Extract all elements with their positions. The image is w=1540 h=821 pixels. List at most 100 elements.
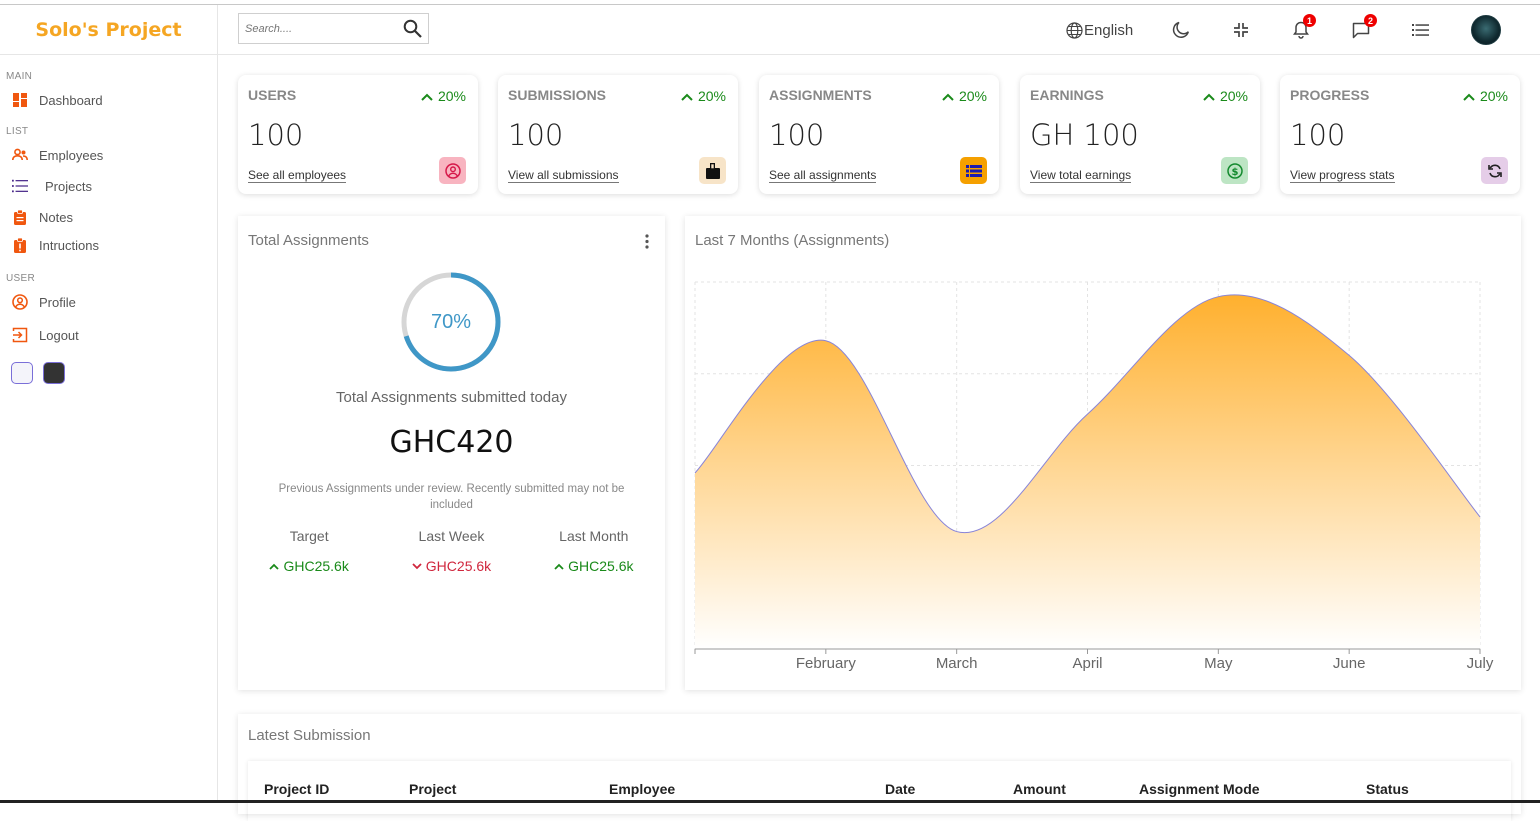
percent-value: 20% xyxy=(1219,88,1248,104)
card-link[interactable]: See all assignments xyxy=(769,168,877,183)
x-tick-label: May xyxy=(1204,655,1233,672)
menu-list-button[interactable] xyxy=(1412,5,1429,55)
table-header-date[interactable]: Date xyxy=(885,781,915,797)
card-icon-box xyxy=(960,157,987,184)
table-header-employee[interactable]: Employee xyxy=(609,781,675,797)
sidebar-item-notes[interactable]: Notes xyxy=(12,204,217,230)
percent-value: 20% xyxy=(437,88,466,104)
light-theme-swatch[interactable] xyxy=(11,362,33,384)
more-vert-icon[interactable] xyxy=(645,234,649,254)
progress-ring-label: 70% xyxy=(430,310,472,333)
chevron-up-icon xyxy=(1203,88,1215,104)
sidebar-item-instructions[interactable]: Intructions xyxy=(12,232,217,258)
sidebar-item-label: Logout xyxy=(39,327,79,343)
sidebar-item-employees[interactable]: Employees xyxy=(12,142,217,168)
dark-theme-swatch[interactable] xyxy=(43,362,65,384)
table-header-status[interactable]: Status xyxy=(1366,781,1409,797)
users-card: USERS 20% 100 See all employees xyxy=(238,75,478,194)
alert-clipboard-icon xyxy=(12,237,28,253)
list-icon xyxy=(12,178,28,194)
stat-label-last-month: Last Month xyxy=(559,528,629,544)
card-percentage: 20% xyxy=(1203,88,1248,104)
card-title: USERS xyxy=(248,87,297,103)
chevron-up-icon xyxy=(1463,88,1475,104)
card-percentage: 20% xyxy=(421,88,466,104)
sidebar-item-profile[interactable]: Profile xyxy=(12,289,217,315)
chevron-down-icon xyxy=(412,562,422,570)
card-icon-box xyxy=(699,157,726,184)
messages-badge: 2 xyxy=(1364,14,1377,27)
search-box xyxy=(238,13,429,44)
svg-text:$: $ xyxy=(1231,167,1238,178)
area-chart: February March April May June July xyxy=(694,281,1494,672)
chevron-up-icon xyxy=(421,88,433,104)
avatar xyxy=(1471,15,1501,45)
card-percentage: 20% xyxy=(1463,88,1508,104)
progress-ring: 70% xyxy=(400,271,502,373)
people-icon xyxy=(12,147,28,163)
card-value: GH 100 xyxy=(1030,118,1139,152)
clipboard-icon xyxy=(12,209,28,225)
sidebar-item-label: Intructions xyxy=(39,237,99,253)
fullscreen-toggle[interactable] xyxy=(1234,5,1248,55)
x-tick-label: April xyxy=(1072,655,1102,672)
card-icon-box xyxy=(439,157,466,184)
x-tick-label: July xyxy=(1467,655,1494,672)
brand-logo[interactable]: Solo's Project xyxy=(0,5,217,55)
panel-title: Total Assignments xyxy=(248,232,369,249)
card-value: 100 xyxy=(769,118,825,152)
notifications-badge: 1 xyxy=(1303,14,1316,27)
sidebar-item-label: Notes xyxy=(39,209,73,225)
stat-values-row: GHC25.6k GHC25.6k GHC25.6k xyxy=(238,558,665,574)
user-avatar-button[interactable] xyxy=(1471,5,1501,55)
x-tick-label: June xyxy=(1333,655,1366,672)
search-input[interactable] xyxy=(245,22,395,35)
list-icon xyxy=(1412,24,1429,36)
assignments-amount: GHC420 xyxy=(389,425,514,460)
card-link[interactable]: See all employees xyxy=(248,168,347,183)
stat-labels-row: Target Last Week Last Month xyxy=(238,528,665,544)
stat-last-week: GHC25.6k xyxy=(391,558,511,574)
card-value: 100 xyxy=(508,118,564,152)
chart-panel: Last 7 Months (Assignments) February Marc… xyxy=(685,216,1521,690)
card-link[interactable]: View total earnings xyxy=(1030,168,1132,183)
card-title: ASSIGNMENTS xyxy=(769,87,872,103)
sidebar-item-projects[interactable]: Projects xyxy=(12,173,217,199)
table-header-project-id[interactable]: Project ID xyxy=(264,781,329,797)
sidebar-item-dashboard[interactable]: Dashboard xyxy=(12,87,217,113)
percent-value: 20% xyxy=(958,88,987,104)
stat-target: GHC25.6k xyxy=(249,558,369,574)
list-icon xyxy=(965,164,982,177)
person-icon xyxy=(444,162,461,179)
sidebar-item-logout[interactable]: Logout xyxy=(12,322,217,348)
table-header-amount[interactable]: Amount xyxy=(1013,781,1066,797)
latest-submission-panel: Latest Submission Project ID Project Emp… xyxy=(238,714,1521,814)
section-title-main: MAIN xyxy=(6,71,33,82)
dark-mode-toggle[interactable] xyxy=(1172,5,1190,55)
dashboard-icon xyxy=(12,92,28,108)
language-label: English xyxy=(1084,21,1134,39)
assignments-subtitle: Total Assignments submitted today xyxy=(336,389,567,406)
messages-button[interactable]: 2 xyxy=(1352,5,1377,55)
submissions-card: SUBMISSIONS 20% 100 View all submissions xyxy=(498,75,738,194)
sidebar: Solo's Project MAIN Dashboard LIST Emplo… xyxy=(0,5,218,803)
card-percentage: 20% xyxy=(681,88,726,104)
card-link[interactable]: View all submissions xyxy=(508,168,619,183)
chevron-up-icon xyxy=(942,88,954,104)
stat-label-target: Target xyxy=(289,528,329,544)
chevron-up-icon xyxy=(681,88,693,104)
card-icon-box xyxy=(1481,157,1508,184)
account-circle-icon xyxy=(12,294,28,310)
table-header-project[interactable]: Project xyxy=(409,781,456,797)
language-selector[interactable]: English xyxy=(1066,5,1133,55)
stat-value: GHC25.6k xyxy=(568,558,634,574)
card-link[interactable]: View progress stats xyxy=(1290,168,1395,183)
assignments-note: Previous Assignments under review. Recen… xyxy=(278,483,625,511)
table-header-assignment-mode[interactable]: Assignment Mode xyxy=(1139,781,1260,797)
search-icon[interactable] xyxy=(403,19,422,43)
percent-value: 20% xyxy=(1479,88,1508,104)
stat-last-month: GHC25.6k xyxy=(534,558,654,574)
card-title: PROGRESS xyxy=(1290,87,1370,103)
sidebar-item-label: Projects xyxy=(45,178,92,194)
notifications-button[interactable]: 1 xyxy=(1293,5,1316,55)
